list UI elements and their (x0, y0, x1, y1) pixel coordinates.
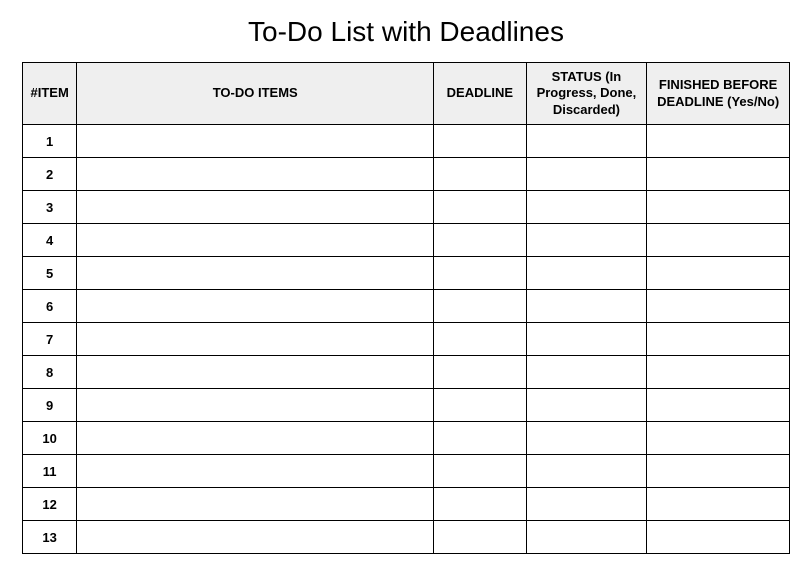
cell-finished (647, 389, 790, 422)
cell-todo (77, 257, 434, 290)
table-body: 1 2 3 4 (23, 125, 790, 554)
cell-item-num: 7 (23, 323, 77, 356)
header-item: #ITEM (23, 63, 77, 125)
cell-status (526, 422, 647, 455)
table-container: #ITEM TO-DO ITEMS DEADLINE STATUS (In Pr… (0, 62, 812, 554)
todo-table: #ITEM TO-DO ITEMS DEADLINE STATUS (In Pr… (22, 62, 790, 554)
cell-status (526, 488, 647, 521)
table-row: 8 (23, 356, 790, 389)
cell-todo (77, 488, 434, 521)
cell-item-num: 4 (23, 224, 77, 257)
cell-deadline (434, 389, 526, 422)
cell-deadline (434, 290, 526, 323)
table-row: 5 (23, 257, 790, 290)
cell-deadline (434, 224, 526, 257)
header-todo: TO-DO ITEMS (77, 63, 434, 125)
cell-finished (647, 323, 790, 356)
cell-todo (77, 224, 434, 257)
cell-status (526, 356, 647, 389)
cell-deadline (434, 488, 526, 521)
cell-deadline (434, 356, 526, 389)
cell-deadline (434, 455, 526, 488)
cell-status (526, 125, 647, 158)
table-row: 1 (23, 125, 790, 158)
table-row: 10 (23, 422, 790, 455)
cell-deadline (434, 191, 526, 224)
cell-deadline (434, 521, 526, 554)
cell-todo (77, 521, 434, 554)
cell-item-num: 11 (23, 455, 77, 488)
cell-deadline (434, 158, 526, 191)
cell-finished (647, 158, 790, 191)
table-row: 6 (23, 290, 790, 323)
cell-finished (647, 290, 790, 323)
cell-deadline (434, 125, 526, 158)
cell-status (526, 455, 647, 488)
cell-item-num: 2 (23, 158, 77, 191)
cell-finished (647, 191, 790, 224)
cell-item-num: 9 (23, 389, 77, 422)
cell-finished (647, 356, 790, 389)
cell-todo (77, 455, 434, 488)
cell-item-num: 1 (23, 125, 77, 158)
cell-todo (77, 323, 434, 356)
cell-finished (647, 422, 790, 455)
cell-todo (77, 389, 434, 422)
cell-deadline (434, 257, 526, 290)
cell-todo (77, 290, 434, 323)
header-finished: FINISHED BEFORE DEADLINE (Yes/No) (647, 63, 790, 125)
table-header-row: #ITEM TO-DO ITEMS DEADLINE STATUS (In Pr… (23, 63, 790, 125)
cell-todo (77, 158, 434, 191)
cell-todo (77, 125, 434, 158)
header-deadline: DEADLINE (434, 63, 526, 125)
cell-status (526, 521, 647, 554)
cell-deadline (434, 422, 526, 455)
cell-finished (647, 521, 790, 554)
table-row: 4 (23, 224, 790, 257)
cell-status (526, 191, 647, 224)
cell-status (526, 323, 647, 356)
page-title: To-Do List with Deadlines (0, 0, 812, 62)
cell-finished (647, 257, 790, 290)
cell-finished (647, 455, 790, 488)
cell-todo (77, 356, 434, 389)
cell-status (526, 257, 647, 290)
cell-finished (647, 224, 790, 257)
table-row: 12 (23, 488, 790, 521)
cell-todo (77, 422, 434, 455)
header-status: STATUS (In Progress, Done, Discarded) (526, 63, 647, 125)
cell-status (526, 389, 647, 422)
table-row: 3 (23, 191, 790, 224)
table-row: 2 (23, 158, 790, 191)
cell-status (526, 290, 647, 323)
cell-finished (647, 125, 790, 158)
cell-item-num: 6 (23, 290, 77, 323)
table-row: 9 (23, 389, 790, 422)
cell-item-num: 12 (23, 488, 77, 521)
cell-item-num: 8 (23, 356, 77, 389)
table-row: 7 (23, 323, 790, 356)
cell-item-num: 13 (23, 521, 77, 554)
cell-status (526, 224, 647, 257)
table-row: 11 (23, 455, 790, 488)
cell-item-num: 10 (23, 422, 77, 455)
cell-finished (647, 488, 790, 521)
cell-item-num: 5 (23, 257, 77, 290)
cell-item-num: 3 (23, 191, 77, 224)
cell-todo (77, 191, 434, 224)
cell-deadline (434, 323, 526, 356)
table-row: 13 (23, 521, 790, 554)
cell-status (526, 158, 647, 191)
